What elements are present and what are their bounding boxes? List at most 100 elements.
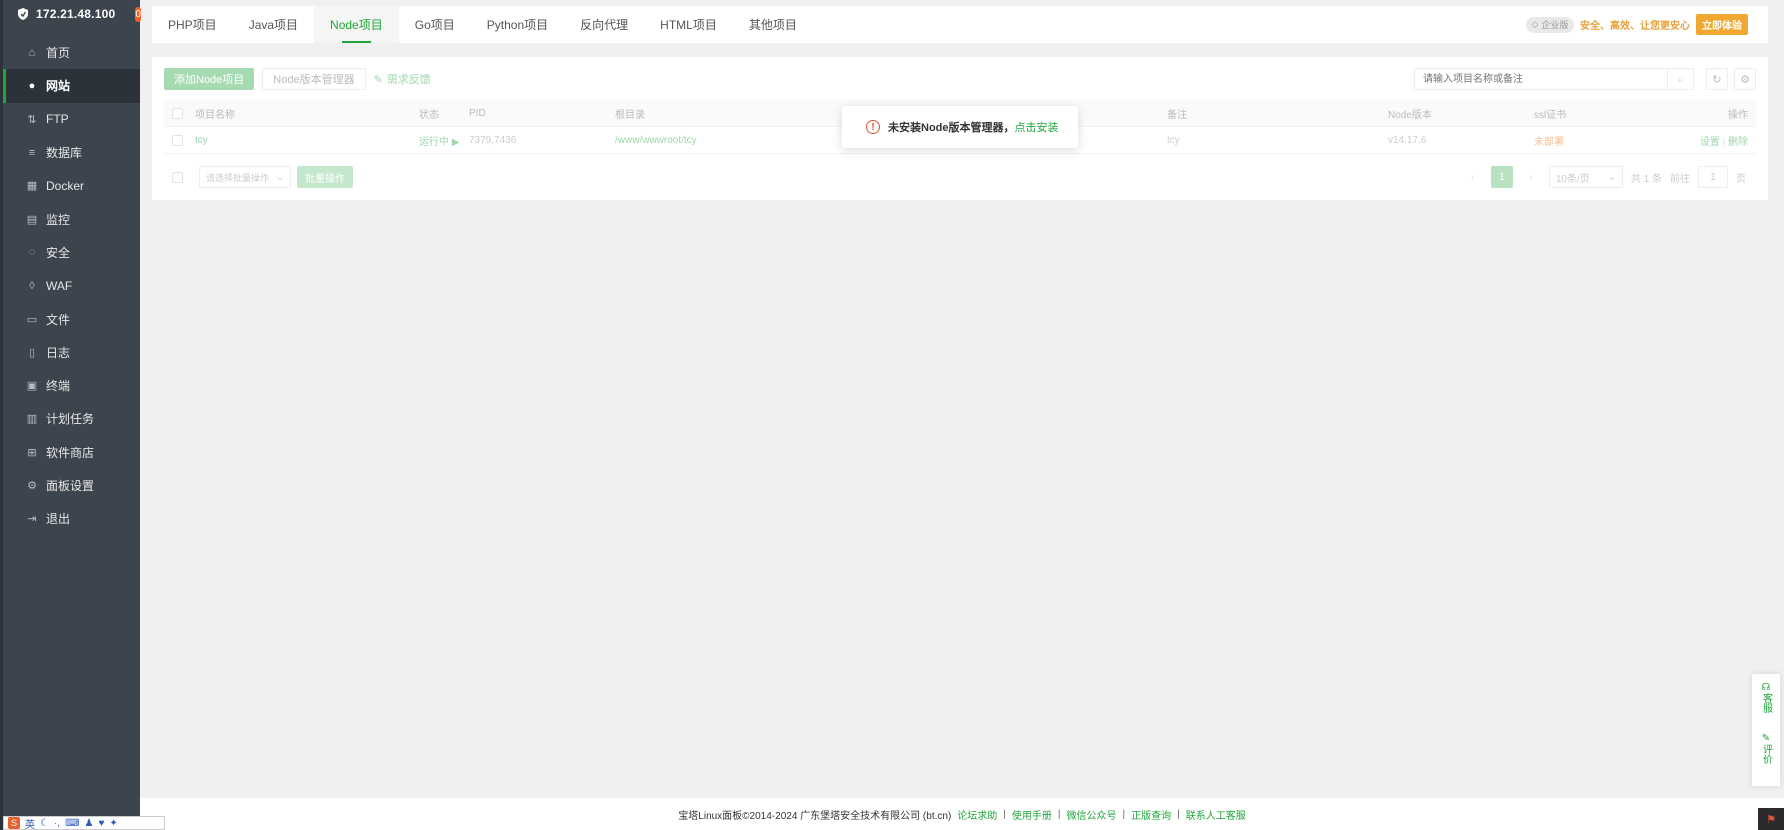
keyboard-icon[interactable]: ⌨ [65,818,79,829]
delete-link[interactable]: 删除 [1728,137,1748,148]
batch-operation-button[interactable]: 批量操作 [297,166,353,188]
goto-page-input[interactable]: 1 [1698,166,1728,188]
pid-value: 7379,7436 [469,134,517,146]
row-checkbox[interactable] [172,134,183,146]
enterprise-gem: ◇ 企业版 [1526,16,1574,33]
sidebar: 172.21.48.100 0 ⌂ 首页 ● 网站 ⇅ FTP ≡ 数据库 ▦ Docke… [0,0,141,830]
toast-message: 未安装Node版本管理器， [888,122,1015,134]
sidebar-item-docker[interactable]: ▦ Docker [0,169,140,202]
batch-select-checkbox[interactable] [172,171,183,183]
tab-other[interactable]: 其他项目 [733,6,813,43]
footer-link-wechat[interactable]: 微信公众号 [1067,807,1117,822]
tab-python[interactable]: Python项目 [471,6,564,43]
note-value[interactable]: tcy [1167,135,1388,146]
toast-text: 未安装Node版本管理器，点击安装 [888,119,1059,135]
sidebar-item-security[interactable]: ◌ 安全 [0,236,140,269]
notification-badge[interactable]: 0 [135,6,141,22]
sidebar-item-website[interactable]: ● 网站 [0,69,140,103]
sidebar-item-logout[interactable]: ⇥ 退出 [0,502,140,535]
sidebar-item-label: 终端 [46,379,71,394]
search-icon[interactable]: ⌕ [1667,69,1693,89]
page-footer: 宝塔Linux面板©2014-2024 广东堡塔安全技术有限公司 (bt.cn)… [140,798,1784,830]
skin-icon[interactable]: ♥ [98,818,104,829]
footer-link-support[interactable]: 联系人工客服 [1186,807,1246,822]
tab-php[interactable]: PHP项目 [152,6,233,43]
apps-icon: ⊞ [27,446,37,459]
tools-icon[interactable]: ✦ [109,818,117,829]
tab-node[interactable]: Node项目 [314,6,399,43]
project-tabs: PHP项目 Java项目 Node项目 Go项目 Python项目 反向代理 H… [152,6,1768,43]
sidebar-item-ftp[interactable]: ⇅ FTP [0,103,140,136]
floating-help-panel: ☊ 客服 ✎ 评价 [1752,674,1780,786]
ftp-icon: ⇅ [27,113,37,126]
tab-go[interactable]: Go项目 [399,6,471,43]
try-now-button[interactable]: 立即体验 [1696,14,1748,35]
sidebar-item-database[interactable]: ≡ 数据库 [0,136,140,169]
feedback-link[interactable]: ✎ 需求反馈 [374,71,431,87]
batch-operation-select[interactable]: 请选择批量操作 ⌄ [199,166,291,188]
footer-separator: | [1003,808,1006,820]
status-label: 运行中 [419,136,449,148]
sidebar-item-label: WAF [46,278,73,293]
sidebar-item-home[interactable]: ⌂ 首页 [0,36,140,69]
select-all-checkbox[interactable] [172,107,183,119]
next-page-icon[interactable]: › [1521,167,1541,187]
sidebar-item-store[interactable]: ⊞ 软件商店 [0,436,140,469]
footer-link-forum[interactable]: 论坛求助 [957,807,997,822]
user-icon[interactable]: ♟ [85,818,94,829]
settings-link[interactable]: 设置 [1700,137,1720,148]
moon-icon[interactable]: ☾ [40,818,49,829]
prev-page-icon[interactable]: ‹ [1463,167,1483,187]
ssl-status-link[interactable]: 未部署 [1534,133,1694,148]
sidebar-item-label: 面板设置 [46,479,95,493]
footer-link-manual[interactable]: 使用手册 [1012,807,1052,822]
page-size-value: 10条/页 [1555,173,1590,185]
gem-label: 企业版 [1541,20,1569,30]
col-version: Node版本 [1388,109,1432,121]
batch-select-placeholder: 请选择批量操作 [206,172,270,183]
chevron-down-icon: ⌄ [276,171,284,182]
node-version-manager-button[interactable]: Node版本管理器 [262,68,366,90]
diamond-icon: ◇ [1531,19,1539,29]
page-size-select[interactable]: 10条/页 ⌄ [1548,166,1623,188]
goto-label: 前往 [1670,173,1690,185]
tab-java[interactable]: Java项目 [233,6,314,43]
server-header: 172.21.48.100 0 [0,0,141,28]
customer-service-label: 客服 [1760,693,1772,713]
project-name-link[interactable]: tcy [195,135,419,146]
sidebar-item-cron[interactable]: ▥ 计划任务 [0,402,140,435]
col-note: 备注 [1167,109,1187,121]
add-node-project-button[interactable]: 添加Node项目 [164,68,255,90]
sidebar-item-monitor[interactable]: ▤ 监控 [0,202,140,235]
search-input[interactable] [1415,69,1667,89]
col-pid: PID [469,107,486,119]
ime-language[interactable]: 英 [25,816,35,830]
install-link[interactable]: 点击安装 [1015,122,1059,134]
sidebar-item-terminal[interactable]: ▣ 终端 [0,369,140,402]
punctuation-icon[interactable]: ·, [54,818,60,829]
tab-html[interactable]: HTML项目 [644,6,733,43]
col-name[interactable]: 项目名称 [195,106,419,121]
shield-icon: ◌ [28,246,36,259]
server-ip[interactable]: 172.21.48.100 [36,7,115,21]
sogou-logo-icon[interactable]: S [8,817,20,829]
sidebar-item-waf[interactable]: ◊ WAF [0,269,140,302]
footer-link-license[interactable]: 正版查询 [1131,807,1171,822]
customer-service-button[interactable]: ☊ 客服 [1761,682,1772,713]
sidebar-item-settings[interactable]: ⚙ 面板设置 [0,469,140,502]
ime-toolbar: S 英 ☾ ·, ⌨ ♟ ♥ ✦ [3,816,165,830]
sidebar-item-files[interactable]: ▭ 文件 [0,302,140,335]
gear-icon[interactable]: ⚙ [1734,68,1756,90]
status-running[interactable]: 运行中 ▶ [419,133,469,148]
promo-text: 安全、高效、让您更安心 [1580,21,1690,32]
review-button[interactable]: ✎ 评价 [1761,733,1772,764]
tab-reverse-proxy[interactable]: 反向代理 [564,6,644,43]
refresh-icon[interactable]: ↻ [1706,68,1728,90]
corner-flag-button[interactable]: ⚑ [1758,808,1784,830]
globe-icon: ● [28,79,36,92]
current-page[interactable]: 1 [1490,166,1513,188]
sidebar-item-label: 网站 [46,79,71,94]
sidebar-item-logs[interactable]: ▯ 日志 [0,336,140,369]
waf-icon: ◊ [29,279,35,292]
flag-icon: ⚑ [1766,813,1776,826]
